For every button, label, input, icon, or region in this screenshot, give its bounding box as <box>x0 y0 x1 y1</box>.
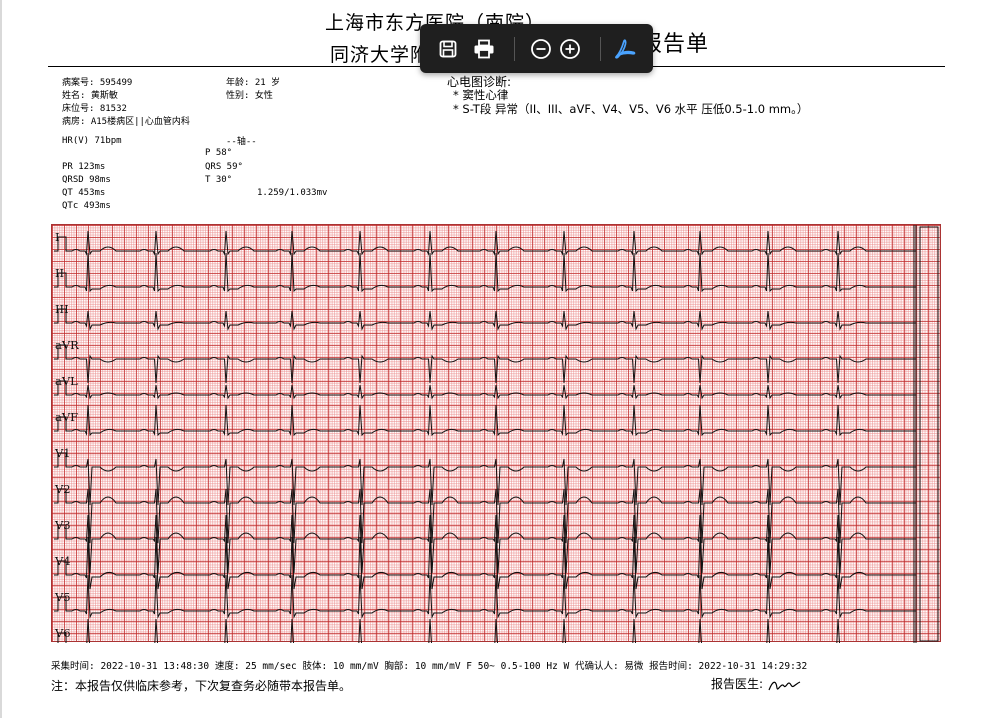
qt-interval: QT 453ms <box>62 188 106 198</box>
acrobat-icon[interactable] <box>610 34 640 64</box>
axis-header: --轴-- <box>226 137 257 147</box>
page-edge <box>0 0 2 718</box>
diagnosis-line-2: * S-T段 异常（II、III、aVF、V4、V5、V6 水平 压低0.5-1… <box>453 102 809 116</box>
ecg-trace-v3 <box>54 514 916 574</box>
heart-rate: HR(V) 71bpm <box>62 136 122 146</box>
ecg-trace-v4 <box>54 536 916 590</box>
p-axis: P 58° <box>205 148 233 158</box>
doctor-signature <box>768 680 801 690</box>
ecg-waveforms <box>54 225 939 643</box>
patient-sex: 性别: 女性 <box>226 91 273 101</box>
zoom-in-icon[interactable] <box>555 34 585 64</box>
ecg-trace-avr <box>54 344 916 384</box>
footer-note: 注：本报告仅供临床参考，下次复查务必随带本报告单。 <box>51 679 352 693</box>
lead-label-v6: V6 <box>55 626 71 640</box>
bed-number: 床位号: 81532 <box>62 104 127 114</box>
ecg-trace-v5 <box>54 574 916 619</box>
report-doctor-label: 报告医生: <box>711 677 764 691</box>
qrs-axis: QRS 59° <box>205 162 243 172</box>
zoom-out-icon[interactable] <box>526 34 556 64</box>
qrs-duration: QRSD 98ms <box>62 175 111 185</box>
print-icon[interactable] <box>469 34 499 64</box>
pr-interval: PR 123ms <box>62 162 106 172</box>
lead-label-v3: V3 <box>55 518 71 532</box>
ecg-trace-i <box>54 230 916 256</box>
case-number: 病案号: 595499 <box>62 78 133 88</box>
toolbar-separator <box>600 37 601 61</box>
lead-label-v2: V2 <box>55 482 71 496</box>
ecg-trace-ii <box>54 252 916 293</box>
qtc-interval: QTc 493ms <box>62 201 111 211</box>
t-axis: T 30° <box>205 175 233 185</box>
ecg-grid <box>51 224 941 643</box>
ecg-trace-v2 <box>54 488 916 544</box>
lead-label-v1: V1 <box>55 446 71 460</box>
lead-label-avf: aVF <box>55 410 79 424</box>
acquisition-info: 采集时间: 2022-10-31 13:48:30 速度: 25 mm/sec … <box>51 661 808 672</box>
lead-label-iii: III <box>55 302 69 316</box>
calibration-frame <box>919 226 939 642</box>
lead-label-avl: aVL <box>55 374 78 388</box>
lead-label-avr: aVR <box>55 338 79 352</box>
toolbar-separator <box>514 37 515 61</box>
lead-label-ii: II <box>55 266 65 280</box>
save-icon[interactable] <box>433 34 463 64</box>
ecg-trace-v6 <box>57 618 841 643</box>
patient-age: 年龄: 21 岁 <box>226 78 281 88</box>
ecg-trace-avf <box>54 404 916 437</box>
ecg-trace-iii <box>54 308 916 331</box>
patient-name: 姓名: 黄斯敏 <box>62 91 118 101</box>
ecg-trace-avl <box>54 380 916 400</box>
ward: 病房: A15楼病区||心血管内科 <box>62 117 190 127</box>
voltage: 1.259/1.033mv <box>257 188 328 198</box>
pdf-toolbar <box>420 24 653 73</box>
hospital-name-line2: 同济大学附 <box>330 44 431 66</box>
lead-label-v5: V5 <box>55 590 71 604</box>
lead-label-i: I <box>55 230 60 244</box>
lead-label-v4: V4 <box>55 554 71 568</box>
report-doctor: 报告医生: <box>711 675 803 694</box>
